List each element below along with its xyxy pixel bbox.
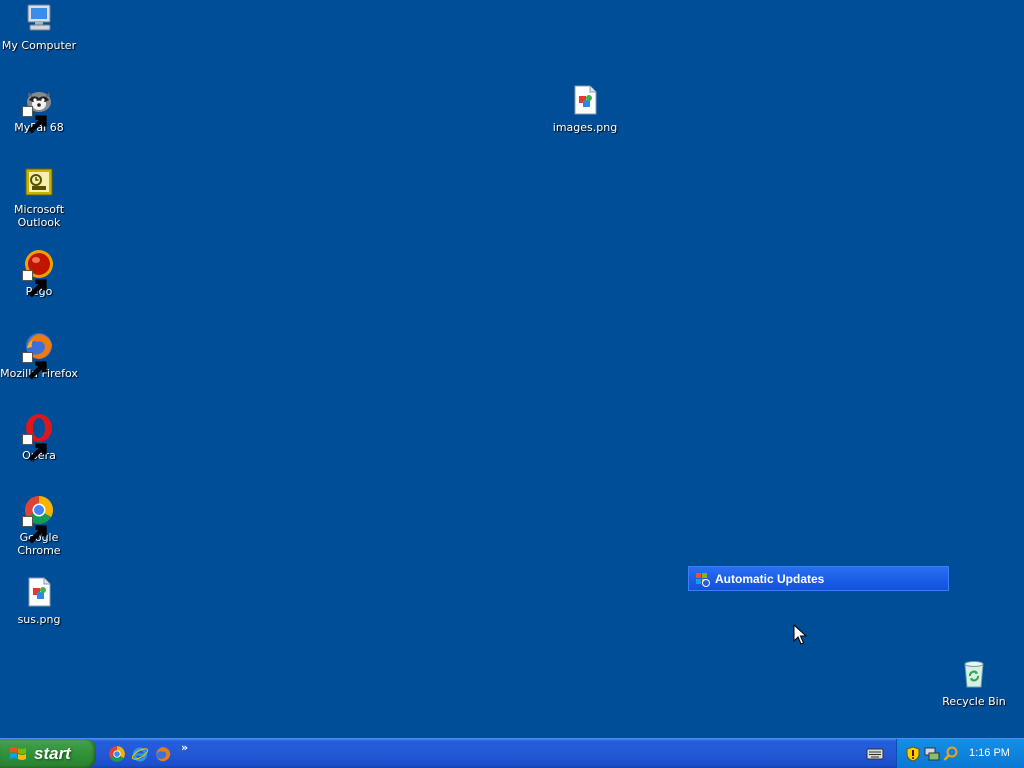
- clock[interactable]: 1:16 PM: [969, 747, 1010, 759]
- shortcut-arrow-icon: [22, 352, 47, 380]
- windows-flag-icon: [10, 746, 26, 760]
- desktop-icon-mypal[interactable]: MyPal 68: [0, 84, 78, 134]
- search-icon[interactable]: [943, 746, 959, 762]
- desktop-icon-label: Recycle Bin: [942, 695, 1006, 708]
- quick-launch-chevron[interactable]: »: [181, 741, 188, 754]
- security-shield-icon[interactable]: [905, 746, 921, 762]
- windows-update-icon: [696, 572, 710, 587]
- desktop-icon-images-png[interactable]: images.png: [546, 84, 624, 134]
- desktop-icon-sus-png[interactable]: sus.png: [0, 576, 78, 626]
- desktop-icon-opera[interactable]: Opera: [0, 412, 78, 462]
- automatic-updates-notification[interactable]: Automatic Updates: [688, 566, 949, 591]
- shortcut-arrow-icon: [22, 270, 47, 298]
- firefox-icon: [155, 746, 171, 762]
- desktop-icon-outlook[interactable]: Microsoft Outlook: [0, 166, 78, 229]
- desktop-icon-label: My Computer: [1, 39, 77, 52]
- mouse-cursor-icon: [793, 624, 807, 645]
- keyboard-language-icon[interactable]: [866, 747, 884, 761]
- desktop-icon-my-computer[interactable]: My Computer: [0, 2, 78, 52]
- desktop: My Computer MyPal 68 Microsoft Outlook P…: [0, 0, 1024, 738]
- desktop-icon-recycle-bin[interactable]: Recycle Bin: [935, 658, 1013, 708]
- desktop-icon-firefox[interactable]: Mozilla Firefox: [0, 330, 78, 380]
- automatic-updates-title: Automatic Updates: [715, 571, 825, 586]
- start-button[interactable]: start: [0, 739, 96, 768]
- mypal-icon: [22, 84, 55, 134]
- desktop-icon-label: sus.png: [17, 613, 61, 626]
- chrome-icon: [22, 494, 55, 544]
- shortcut-arrow-icon: [22, 106, 47, 134]
- chrome-icon: [109, 746, 125, 762]
- start-label: start: [34, 743, 71, 763]
- system-tray: 1:16 PM: [896, 739, 1024, 768]
- quick-launch-chrome[interactable]: [108, 745, 126, 763]
- desktop-icon-label: images.png: [552, 121, 618, 134]
- shortcut-arrow-icon: [22, 516, 47, 544]
- firefox-icon: [22, 330, 55, 380]
- image-file-icon: [569, 84, 601, 116]
- pego-icon: [22, 248, 55, 298]
- quick-launch-internet-explorer[interactable]: [131, 745, 149, 763]
- image-file-icon: [23, 576, 55, 608]
- desktop-icon-label: Microsoft Outlook: [13, 203, 65, 229]
- quick-launch-firefox[interactable]: [154, 745, 172, 763]
- opera-icon: [22, 412, 55, 462]
- my-computer-icon: [23, 2, 55, 34]
- taskbar: start » 1:16 PM: [0, 738, 1024, 768]
- network-icon[interactable]: [924, 746, 940, 762]
- internet-explorer-icon: [131, 747, 149, 762]
- desktop-icon-pego[interactable]: Pego: [0, 248, 78, 298]
- shortcut-arrow-icon: [22, 434, 47, 462]
- outlook-icon: [23, 166, 55, 198]
- recycle-bin-icon: [958, 658, 990, 690]
- desktop-icon-chrome[interactable]: Google Chrome: [0, 494, 78, 557]
